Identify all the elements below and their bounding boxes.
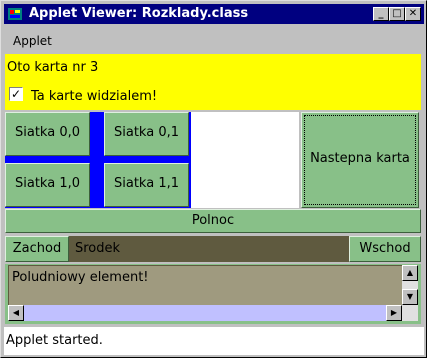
scroll-down-icon[interactable]: ▼ [402,289,418,305]
applet-viewer-window: Applet Viewer: Rozklady.class _ □ ✕ Appl… [0,0,427,358]
next-card-button[interactable]: Nastepna karta [301,112,419,208]
scrollbar-corner [402,305,418,321]
empty-panel [191,112,299,208]
east-button[interactable]: Wschod [349,236,421,262]
grid-button-0-0[interactable]: Siatka 0,0 [5,112,90,156]
south-text-area-panel: Poludniowy element! ▲ ▼ ◀ ▶ [5,264,421,324]
java-applet-icon [8,8,22,20]
status-text: Applet started. [6,333,103,348]
status-bar: Applet started. [4,327,424,355]
south-text-area[interactable]: Poludniowy element! [8,265,402,305]
card-panel: Oto karta nr 3 ✓ Ta karte widzialem! [5,54,421,110]
west-button[interactable]: Zachod [5,236,69,262]
card-label: Oto karta nr 3 [7,60,99,75]
north-button[interactable]: Polnoc [5,209,421,233]
title-bar[interactable]: Applet Viewer: Rozklady.class _ □ ✕ [4,4,424,24]
horizontal-scrollbar[interactable]: ◀ ▶ [8,305,402,321]
grid-button-1-1[interactable]: Siatka 1,1 [104,163,189,207]
border-layout-row: Zachod Srodek Wschod [5,236,421,262]
grid-button-1-0[interactable]: Siatka 1,0 [5,163,90,207]
menu-applet[interactable]: Applet [13,34,52,48]
close-button[interactable]: ✕ [405,7,421,21]
seen-checkbox-label[interactable]: Ta karte widzialem! [31,89,157,104]
menu-bar: Applet [4,32,424,50]
grid-button-0-1[interactable]: Siatka 0,1 [104,112,189,156]
focus-outline [304,115,416,205]
maximize-button[interactable]: □ [389,7,405,21]
center-label: Srodek [75,241,121,256]
scroll-up-icon[interactable]: ▲ [402,265,418,281]
minimize-button[interactable]: _ [373,7,389,21]
scroll-left-icon[interactable]: ◀ [8,305,24,321]
grid-panel: Siatka 0,0 Siatka 0,1 Siatka 1,0 Siatka … [5,112,191,208]
window-title: Applet Viewer: Rozklady.class [29,6,249,21]
vertical-scrollbar[interactable]: ▲ ▼ [402,265,418,305]
seen-checkbox[interactable]: ✓ [9,87,23,101]
scroll-right-icon[interactable]: ▶ [386,305,402,321]
